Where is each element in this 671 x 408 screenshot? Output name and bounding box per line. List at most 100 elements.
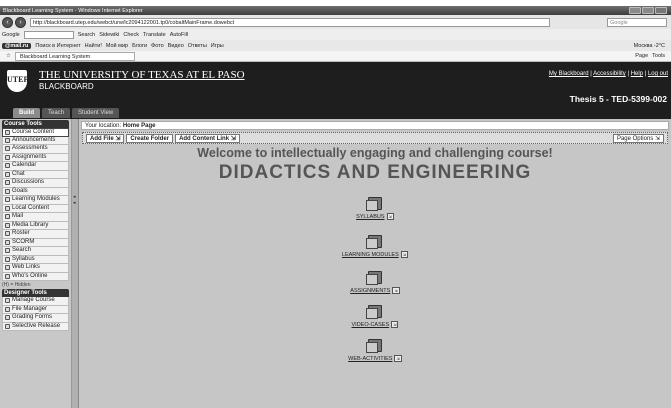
action-menu-icon[interactable]: ⇲ (394, 355, 402, 362)
back-icon[interactable]: ‹ (2, 16, 13, 28)
url-field[interactable]: http://blackboard.utep.edu/webct/urw/lc2… (30, 17, 550, 27)
sidebar-item-selective-release[interactable]: Selective Release (2, 322, 69, 331)
mail-item[interactable]: Ответы (188, 43, 207, 49)
mail-item[interactable]: Найти! (85, 43, 102, 49)
folder-item[interactable]: LEARNING MODULES ⇲ (313, 232, 437, 258)
sidebar-item-course-content[interactable]: Course Content (2, 128, 69, 137)
google-item[interactable]: Check (123, 32, 139, 38)
tools-menu[interactable]: Tools (652, 53, 665, 59)
sidebar-item-chat[interactable]: Chat (2, 170, 69, 179)
google-item[interactable]: AutoFill (170, 32, 188, 38)
sidebar-item-discussions[interactable]: Discussions (2, 179, 69, 188)
link-icon (5, 265, 10, 271)
page-options-button[interactable]: Page Options ⇲ (612, 133, 664, 143)
favorites-icon[interactable]: ☆ (6, 53, 11, 59)
mail-item[interactable]: Блоги (132, 43, 147, 49)
people-icon (5, 273, 10, 279)
google-item[interactable]: Sidewiki (99, 32, 119, 38)
mail-item[interactable]: Видео (168, 43, 184, 49)
sidebar-item-label: Assignments (12, 153, 47, 160)
university-name[interactable]: THE UNIVERSITY OF TEXAS AT EL PASO (39, 69, 245, 81)
folder-icon[interactable] (366, 268, 384, 285)
browser-tab[interactable]: Blackboard Learning System (14, 51, 135, 61)
folder-icon[interactable] (366, 302, 384, 319)
top-links: My Blackboard | Accessibility | Help | L… (548, 71, 668, 77)
sidebar-item-local-content[interactable]: Local Content (2, 204, 69, 213)
folder-label[interactable]: SYLLABUS ⇲ (313, 213, 437, 220)
mail-item[interactable]: Поиск в Интернет (35, 43, 80, 49)
sidebar-item-goals[interactable]: Goals (2, 187, 69, 196)
browser-tab-bar: ☆ Blackboard Learning System Page Tools (0, 51, 671, 62)
folder-label[interactable]: LEARNING MODULES ⇲ (313, 251, 437, 258)
folder-item[interactable]: SYLLABUS ⇲ (313, 194, 437, 220)
action-menu-icon[interactable]: ⇲ (400, 251, 409, 258)
mail-item[interactable]: Мой мир (106, 43, 128, 49)
create-folder-button[interactable]: Create Folder (126, 133, 174, 143)
sidebar-item-who-s-online[interactable]: Who's Online (2, 272, 69, 281)
course-title: Thesis 5 - TED-5399-002 (569, 94, 667, 104)
google-item[interactable]: Search (78, 32, 95, 38)
sidebar-item-scorm[interactable]: SCORM (2, 238, 69, 247)
logout-link[interactable]: Log out (648, 71, 668, 77)
folder-icon[interactable] (366, 194, 384, 211)
manage-icon (5, 298, 10, 304)
page-menu[interactable]: Page (635, 53, 648, 59)
sidebar-item-file-manager[interactable]: File Manager (2, 305, 69, 314)
sidebar-item-grading-forms[interactable]: Grading Forms (2, 314, 69, 323)
tab-build[interactable]: Build (13, 108, 40, 118)
sidebar-item-assignments[interactable]: Assignments (2, 153, 69, 162)
folder-item[interactable]: VIDEO-CASES ⇲ (313, 302, 437, 328)
sidebar-item-calendar[interactable]: Calendar (2, 162, 69, 171)
sidebar-item-learning-modules[interactable]: Learning Modules (2, 196, 69, 205)
sidebar-item-mail[interactable]: Mail (2, 213, 69, 222)
sidebar-item-assessments[interactable]: Assessments (2, 145, 69, 154)
google-item[interactable]: Translate (143, 32, 166, 38)
forward-icon[interactable]: › (15, 16, 26, 28)
location-label: Your location: (85, 123, 122, 129)
sidebar-item-syllabus[interactable]: Syllabus (2, 255, 69, 264)
location-value: Home Page (122, 123, 156, 129)
sidebar-collapse-handle[interactable]: ◂ ◂ (72, 119, 79, 408)
sidebar-item-web-links[interactable]: Web Links (2, 264, 69, 273)
course-tools-header: Course Tools (2, 120, 69, 128)
folder-icon[interactable] (366, 232, 384, 249)
add-content-link-button[interactable]: Add Content Link ⇲ (175, 133, 240, 143)
sidebar-item-announcements[interactable]: Announcements (2, 136, 69, 145)
folder-icon[interactable] (366, 336, 384, 353)
sidebar-item-roster[interactable]: Roster (2, 230, 69, 239)
sidebar-item-media-library[interactable]: Media Library (2, 221, 69, 230)
window-title: Blackboard Learning System - Windows Int… (3, 7, 143, 14)
tab-teach[interactable]: Teach (42, 108, 71, 118)
google-search-input[interactable] (23, 30, 74, 39)
browser-search-input[interactable]: Google (607, 17, 667, 27)
weather-text: Москва -2°C (633, 42, 665, 49)
sidebar-item-label: Chat (12, 170, 25, 177)
folder-item[interactable]: ASSIGNMENTS ⇲ (313, 268, 437, 294)
folder-label[interactable]: ASSIGNMENTS ⇲ (313, 287, 437, 294)
sidebar-item-label: Course Content (12, 128, 55, 135)
sidebar-item-label: Manage Course (12, 297, 55, 303)
close-button[interactable] (655, 7, 667, 14)
folder-label[interactable]: WEB-ACTIVITIES ⇲ (313, 355, 437, 362)
maximize-button[interactable] (642, 7, 654, 14)
action-menu-icon[interactable]: ⇲ (392, 287, 400, 294)
mail-item[interactable]: Фото (151, 43, 164, 49)
release-icon (5, 323, 10, 329)
folder-label[interactable]: VIDEO-CASES ⇲ (313, 321, 437, 328)
sidebar-item-label: Announcements (12, 136, 56, 143)
sidebar-item-manage-course[interactable]: Manage Course (2, 297, 69, 306)
action-menu-icon[interactable]: ⇲ (391, 321, 399, 328)
my-blackboard-link[interactable]: My Blackboard (549, 71, 589, 77)
sidebar-item-search[interactable]: Search (2, 247, 69, 256)
sidebar-item-label: Roster (12, 230, 30, 236)
action-menu-icon[interactable]: ⇲ (386, 213, 394, 220)
folder-item[interactable]: WEB-ACTIVITIES ⇲ (313, 336, 437, 362)
help-link[interactable]: Help (631, 71, 643, 77)
minimize-button[interactable] (629, 7, 641, 14)
accessibility-link[interactable]: Accessibility (593, 71, 626, 77)
sidebar-item-label: Discussions (12, 179, 45, 185)
tab-student-view[interactable]: Student View (72, 108, 120, 118)
add-file-button[interactable]: Add File ⇲ (86, 133, 125, 143)
megaphone-icon (5, 137, 10, 143)
mail-item[interactable]: Игры (211, 43, 224, 49)
